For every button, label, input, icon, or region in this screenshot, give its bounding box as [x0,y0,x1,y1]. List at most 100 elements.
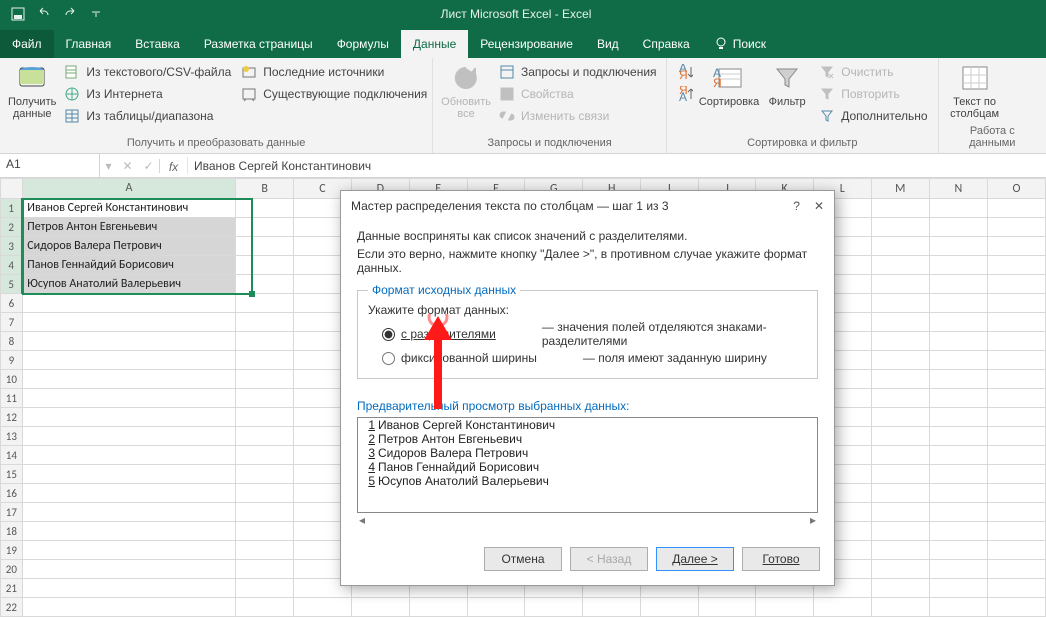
dialog-title-bar[interactable]: Мастер распределения текста по столбцам … [341,191,834,221]
fixed-width-radio[interactable] [382,352,395,365]
cell[interactable] [871,294,929,313]
cell[interactable] [236,313,294,332]
cell[interactable] [236,541,294,560]
cell[interactable] [236,199,294,218]
cell[interactable] [987,503,1045,522]
col-header[interactable]: A [22,179,235,199]
cell[interactable] [22,332,235,351]
recent-sources-button[interactable]: Последние источники [239,62,429,82]
cell[interactable] [236,560,294,579]
cell[interactable] [987,275,1045,294]
help-button[interactable]: ? [793,199,800,213]
redo-icon[interactable] [60,4,80,24]
cell[interactable] [22,427,235,446]
cell[interactable] [987,579,1045,598]
cell[interactable] [987,218,1045,237]
cell[interactable] [987,351,1045,370]
cell[interactable] [871,256,929,275]
row-header[interactable]: 3 [1,237,23,256]
cell[interactable] [756,598,814,617]
row-header[interactable]: 1 [1,199,23,218]
cell[interactable] [22,503,235,522]
scroll-left-icon[interactable]: ◂ [359,513,365,527]
cell[interactable] [871,389,929,408]
cell[interactable] [929,332,987,351]
row-header[interactable]: 19 [1,541,23,560]
get-data-button[interactable]: Получить данные [8,62,56,120]
sort-button[interactable]: AЯ Сортировка [701,62,757,108]
next-button[interactable]: Далее > [656,547,734,571]
cell[interactable] [236,351,294,370]
cell[interactable] [22,579,235,598]
sort-asc-button[interactable]: AЯ [675,62,695,82]
cell[interactable] [871,218,929,237]
cell[interactable] [871,484,929,503]
cell[interactable] [987,256,1045,275]
row-header[interactable]: 9 [1,351,23,370]
from-web-button[interactable]: Из Интернета [62,84,233,104]
col-header[interactable]: N [929,179,987,199]
cell[interactable] [467,598,525,617]
row-header[interactable]: 16 [1,484,23,503]
cell[interactable] [871,275,929,294]
cell[interactable] [409,598,467,617]
cell[interactable] [236,389,294,408]
close-button[interactable]: ✕ [814,199,824,213]
cell[interactable] [871,541,929,560]
undo-icon[interactable] [34,4,54,24]
row-header[interactable]: 2 [1,218,23,237]
tab-formulas[interactable]: Формулы [325,30,401,58]
cell[interactable] [236,465,294,484]
cell[interactable] [987,294,1045,313]
tab-home[interactable]: Главная [54,30,124,58]
cell[interactable] [987,237,1045,256]
cell[interactable] [641,598,698,617]
cell[interactable] [987,446,1045,465]
cell[interactable] [929,579,987,598]
formula-input[interactable]: Иванов Сергей Константинович [188,156,377,176]
cell[interactable] [987,408,1045,427]
cell[interactable] [929,503,987,522]
cell[interactable] [813,598,871,617]
cell[interactable] [22,484,235,503]
cell[interactable] [929,351,987,370]
cell[interactable] [871,237,929,256]
cell[interactable] [929,199,987,218]
fixed-width-label[interactable]: фиксированной ширины [401,351,537,365]
cell[interactable] [22,351,235,370]
row-header[interactable]: 6 [1,294,23,313]
row-header[interactable]: 21 [1,579,23,598]
row-header[interactable]: 7 [1,313,23,332]
cell[interactable] [351,598,409,617]
from-table-button[interactable]: Из таблицы/диапазона [62,106,233,126]
cell[interactable] [987,465,1045,484]
cell[interactable] [871,522,929,541]
cell[interactable] [987,598,1045,617]
text-to-columns-button[interactable]: Текст по столбцам [947,62,1003,120]
cell[interactable] [929,427,987,446]
cell[interactable] [236,503,294,522]
cell[interactable] [22,465,235,484]
cell[interactable] [236,275,294,294]
dropdown-icon[interactable]: ▾ [105,159,111,173]
cell[interactable]: Юсупов Анатолий Валерьевич [22,275,235,294]
cell[interactable] [871,598,929,617]
cell[interactable] [22,294,235,313]
cell[interactable] [987,484,1045,503]
cell[interactable] [871,465,929,484]
cell[interactable] [236,408,294,427]
cell[interactable] [236,579,294,598]
cell[interactable]: Петров Антон Евгеньевич [22,218,235,237]
cell[interactable] [987,541,1045,560]
cell[interactable] [987,560,1045,579]
cell[interactable] [22,598,235,617]
cell[interactable] [22,560,235,579]
select-all-corner[interactable] [1,179,23,199]
cell[interactable] [929,465,987,484]
cell[interactable] [987,199,1045,218]
tab-review[interactable]: Рецензирование [468,30,585,58]
finish-button[interactable]: Готово [742,547,820,571]
cell[interactable] [871,332,929,351]
existing-connections-button[interactable]: Существующие подключения [239,84,429,104]
tab-insert[interactable]: Вставка [123,30,192,58]
